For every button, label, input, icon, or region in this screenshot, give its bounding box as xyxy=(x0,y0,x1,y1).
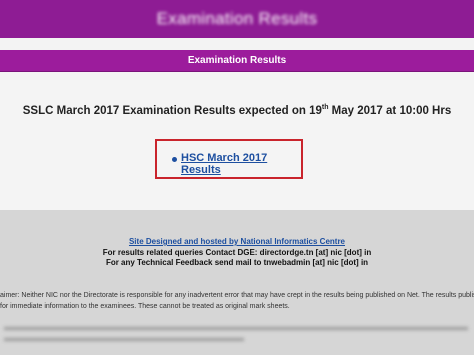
disclaimer-line-1: aimer: Neither NIC nor the Directorate i… xyxy=(0,292,474,299)
feedback-contact: For any Technical Feedback send mail to … xyxy=(105,258,369,267)
queries-contact: For results related queries Contact DGE:… xyxy=(102,247,372,257)
bullet-icon xyxy=(172,157,177,162)
section-title: Examination Results xyxy=(187,55,287,66)
announcement-prefix: SSLC March 2017 Examination Results expe… xyxy=(22,104,322,117)
disclaimer-line-2: for immediate information to the examine… xyxy=(0,303,290,310)
hsc-results-link[interactable]: HSC March 2017 Results xyxy=(181,152,301,176)
footer-credits: Site Designed and hosted by National Inf… xyxy=(0,237,474,269)
announcement-suffix: May 2017 at 10:00 Hrs xyxy=(328,104,452,117)
hsc-results-highlight: HSC March 2017 Results xyxy=(155,139,303,179)
site-header-title: Examination Results xyxy=(156,9,318,28)
blurred-footer-text xyxy=(0,320,474,355)
header-gap xyxy=(0,38,474,50)
site-header: Examination Results xyxy=(0,0,474,38)
nic-credit-link[interactable]: Site Designed and hosted by National Inf… xyxy=(129,237,345,246)
sslc-announcement: SSLC March 2017 Examination Results expe… xyxy=(0,104,474,117)
disclaimer: aimer: Neither NIC nor the Directorate i… xyxy=(0,290,474,312)
section-title-bar: Examination Results xyxy=(0,50,474,72)
page: Examination Results Examination Results … xyxy=(0,0,474,355)
footer: Site Designed and hosted by National Inf… xyxy=(0,210,474,355)
main-content: SSLC March 2017 Examination Results expe… xyxy=(0,72,474,210)
